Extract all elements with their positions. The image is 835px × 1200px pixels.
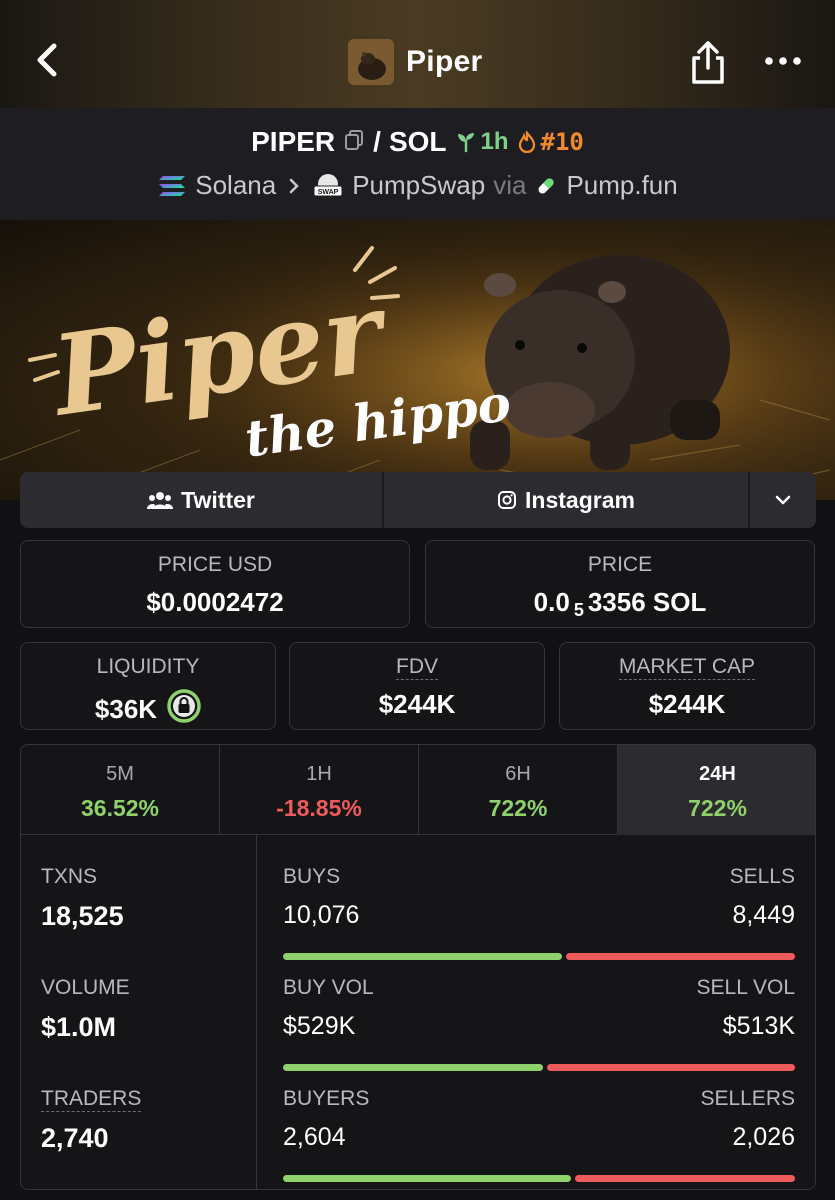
sell-vol-bar-fill	[547, 1064, 795, 1071]
copy-icon	[345, 130, 364, 150]
hippo-illustration	[470, 255, 730, 470]
change-5m: 36.52%	[80, 795, 159, 821]
fdv-label[interactable]: FDV	[396, 655, 438, 680]
via-label: via	[493, 170, 527, 200]
more-button[interactable]	[764, 48, 802, 74]
volume-split-row: BUY VOL SELL VOL $529K $513K	[283, 976, 795, 1076]
liquidity-value: $36K	[94, 694, 158, 724]
chain-link[interactable]: Solana	[195, 170, 276, 201]
volume-split-bar	[283, 1064, 795, 1071]
sell-vol-label: SELL VOL	[696, 976, 795, 999]
chevron-left-icon	[37, 43, 57, 77]
price-usd-card: PRICE USD $0.0002472	[20, 540, 410, 628]
share-button[interactable]	[688, 40, 728, 86]
sells-value: 8,449	[732, 901, 795, 929]
price-usd-value: $0.0002472	[146, 587, 284, 617]
chevron-right-icon	[289, 178, 299, 193]
txns-value: 18,525	[41, 901, 124, 931]
trending-rank-badge[interactable]: #10	[517, 128, 584, 156]
fdv-value: $244K	[378, 689, 456, 719]
txns-label: TXNS	[41, 865, 98, 888]
copy-address-button[interactable]	[343, 126, 365, 158]
buys-value: 10,076	[283, 901, 360, 929]
change-24h: 722%	[688, 795, 747, 821]
zero-count: 5	[573, 600, 584, 620]
change-6h: 722%	[488, 795, 548, 821]
token-banner-image: Piper the hippo	[0, 220, 835, 500]
sellers-bar-fill	[574, 1175, 795, 1182]
sellers-label: SELLERS	[700, 1087, 795, 1110]
share-icon	[692, 41, 724, 84]
pair-info: PIPER / SOL 1h #10 Solana SWAP PumpSwap …	[0, 108, 835, 220]
tab-1h[interactable]: 1H -18.85%	[220, 745, 419, 835]
back-button[interactable]	[28, 40, 68, 80]
tab-6h[interactable]: 6H 722%	[419, 745, 618, 835]
token-title: Piper	[348, 38, 483, 86]
liquidity-label: LIQUIDITY	[96, 655, 200, 678]
fdv-card: FDV $244K	[289, 642, 545, 730]
buy-vol-bar-fill	[283, 1064, 544, 1071]
more-links-button[interactable]	[750, 472, 816, 528]
change-1h: -18.85%	[276, 795, 362, 821]
launchpad-link[interactable]: Pump.fun	[566, 170, 677, 201]
chevron-down-icon	[775, 495, 791, 505]
quote-symbol: SOL	[388, 126, 447, 157]
market-cap-label[interactable]: MARKET CAP	[618, 655, 756, 680]
instagram-button[interactable]: Instagram	[384, 472, 750, 528]
buys-sells-bar	[283, 953, 795, 960]
flame-icon	[518, 131, 535, 153]
svg-text:SWAP: SWAP	[318, 189, 339, 196]
instagram-icon	[498, 491, 517, 509]
page-title: Piper	[406, 45, 483, 78]
sellers-value: 2,026	[732, 1123, 795, 1151]
price-native-value: 0.0 5 3356 SOL	[533, 587, 707, 620]
pill-icon	[538, 177, 554, 194]
social-links-bar: Twitter Instagram	[20, 472, 816, 528]
traders-split-row: BUYERS SELLERS 2,604 2,026	[283, 1087, 795, 1187]
twitter-button[interactable]: Twitter	[20, 472, 384, 528]
more-dots-icon	[765, 57, 801, 65]
users-icon	[147, 492, 174, 509]
sells-label: SELLS	[729, 865, 795, 888]
traders-value: 2,740	[41, 1123, 109, 1153]
volume-value: $1.0M	[41, 1012, 117, 1042]
traders-label[interactable]: TRADERS	[41, 1087, 142, 1112]
buyers-value: 2,604	[283, 1123, 346, 1151]
trading-stats-panel: 5M 36.52% 1H -18.85% 6H 722% 24H 722% TX…	[20, 744, 816, 1190]
pumpswap-icon: SWAP	[313, 173, 343, 196]
buys-sells-row: BUYS SELLS 10,076 8,449	[283, 865, 795, 965]
market-cap-card: MARKET CAP $244K	[559, 642, 815, 730]
price-native-card: PRICE 0.0 5 3356 SOL	[425, 540, 815, 628]
pair-age-badge: 1h	[455, 128, 509, 156]
dex-link[interactable]: PumpSwap	[352, 170, 485, 201]
buy-vol-value: $529K	[283, 1012, 356, 1040]
tab-5m[interactable]: 5M 36.52%	[21, 745, 220, 835]
top-bar: Piper	[0, 0, 835, 108]
sells-bar-fill	[565, 953, 795, 960]
price-usd-label: PRICE USD	[157, 553, 273, 576]
tab-24h[interactable]: 24H 722%	[618, 745, 815, 835]
base-symbol: PIPER	[251, 126, 336, 157]
liquidity-card: LIQUIDITY $36K	[20, 642, 276, 730]
token-avatar	[348, 39, 394, 85]
market-cap-value: $244K	[648, 689, 726, 719]
traders-split-bar	[283, 1175, 795, 1182]
timeframe-tabs: 5M 36.52% 1H -18.85% 6H 722% 24H 722%	[21, 745, 815, 835]
price-native-label: PRICE	[587, 553, 653, 576]
liquidity-lock-button[interactable]	[167, 689, 201, 730]
sprout-icon	[457, 133, 474, 153]
totals-column: TXNS 18,525 VOLUME $1.0M TRADERS 2,740	[21, 835, 257, 1189]
buys-bar-fill	[283, 953, 562, 960]
buys-label: BUYS	[283, 865, 341, 888]
sell-vol-value: $513K	[722, 1012, 795, 1040]
solana-icon	[159, 175, 186, 196]
buyers-label: BUYERS	[283, 1087, 370, 1110]
lock-icon	[167, 689, 201, 723]
buyers-bar-fill	[283, 1175, 571, 1182]
buy-vol-label: BUY VOL	[283, 976, 374, 999]
volume-label: VOLUME	[41, 976, 130, 999]
pair-separator: /	[373, 126, 381, 157]
